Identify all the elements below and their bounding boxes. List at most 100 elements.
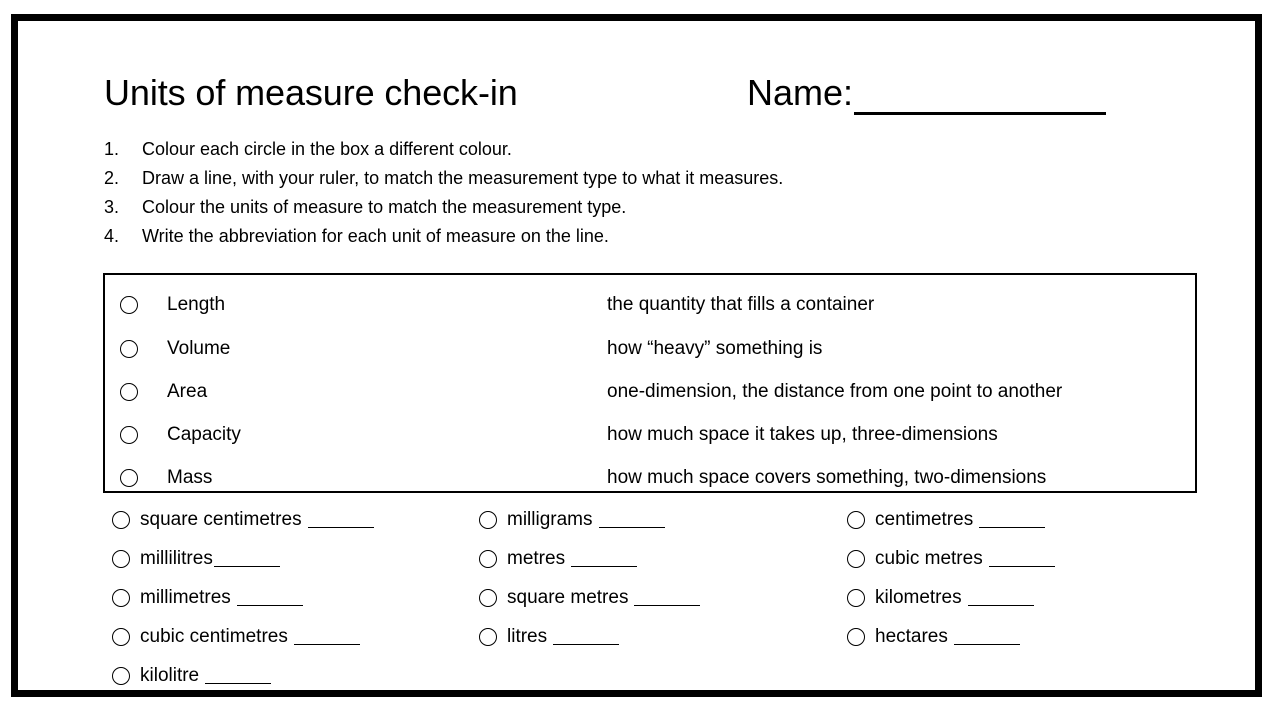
unit-label: hectares bbox=[875, 625, 948, 647]
unit-item: millilitres bbox=[112, 539, 482, 578]
colour-circle-icon[interactable] bbox=[847, 627, 865, 646]
match-row: Volume how “heavy” something is bbox=[105, 327, 1195, 371]
abbreviation-blank-line[interactable] bbox=[571, 551, 638, 567]
match-row: Mass how much space covers something, tw… bbox=[105, 456, 1195, 500]
abbreviation-blank-line[interactable] bbox=[213, 551, 280, 567]
match-circle-cell bbox=[105, 296, 167, 314]
measurement-definition-label: the quantity that fills a container bbox=[607, 294, 875, 315]
match-circle-cell bbox=[105, 383, 167, 401]
colour-circle-icon[interactable] bbox=[112, 510, 130, 529]
measurement-type-label: Volume bbox=[167, 338, 231, 359]
colour-circle-icon[interactable] bbox=[847, 588, 865, 607]
unit-item: centimetres bbox=[847, 500, 1197, 539]
colour-circle-icon[interactable] bbox=[120, 426, 138, 444]
unit-circle-cell bbox=[112, 510, 140, 529]
worksheet-sheet: Units of measure check-in Name: 1. Colou… bbox=[18, 21, 1255, 690]
colour-circle-icon[interactable] bbox=[847, 549, 865, 568]
measurement-definition-label: how much space it takes up, three-dimens… bbox=[607, 424, 998, 445]
unit-item: cubic centimetres bbox=[112, 617, 482, 656]
unit-circle-cell bbox=[479, 510, 507, 529]
colour-circle-icon[interactable] bbox=[479, 549, 497, 568]
unit-circle-cell bbox=[112, 549, 140, 568]
colour-circle-icon[interactable] bbox=[120, 383, 138, 401]
unit-item: square metres bbox=[479, 578, 839, 617]
unit-label: centimetres bbox=[875, 508, 974, 530]
instruction-number: 4. bbox=[104, 226, 120, 246]
unit-circle-cell bbox=[847, 627, 875, 646]
matching-box: Length the quantity that fills a contain… bbox=[103, 273, 1197, 493]
match-row: Capacity how much space it takes up, thr… bbox=[105, 413, 1195, 457]
slide-frame: Units of measure check-in Name: 1. Colou… bbox=[11, 14, 1262, 697]
instruction-text: Colour the units of measure to match the… bbox=[142, 197, 627, 217]
abbreviation-blank-line[interactable] bbox=[953, 629, 1020, 645]
unit-label: milligrams bbox=[507, 508, 593, 530]
instruction-text: Write the abbreviation for each unit of … bbox=[142, 226, 609, 246]
unit-item: milligrams bbox=[479, 500, 839, 539]
measurement-definition-label: one-dimension, the distance from one poi… bbox=[607, 381, 1063, 402]
unit-label: millilitres bbox=[140, 547, 213, 569]
colour-circle-icon[interactable] bbox=[112, 627, 130, 646]
colour-circle-icon[interactable] bbox=[120, 340, 138, 358]
colour-circle-icon[interactable] bbox=[112, 666, 130, 685]
measurement-type-label: Length bbox=[167, 294, 226, 315]
colour-circle-icon[interactable] bbox=[112, 588, 130, 607]
abbreviation-blank-line[interactable] bbox=[236, 590, 303, 606]
units-column: square centimetres millilitres millimetr… bbox=[112, 500, 482, 695]
colour-circle-icon[interactable] bbox=[479, 627, 497, 646]
abbreviation-blank-line[interactable] bbox=[293, 629, 360, 645]
abbreviation-blank-line[interactable] bbox=[634, 590, 701, 606]
units-column: centimetres cubic metres kilometres hect… bbox=[847, 500, 1197, 656]
unit-circle-cell bbox=[479, 549, 507, 568]
unit-item: square centimetres bbox=[112, 500, 482, 539]
unit-item: millimetres bbox=[112, 578, 482, 617]
instruction-number: 3. bbox=[104, 197, 120, 217]
page-title: Units of measure check-in bbox=[104, 72, 518, 113]
unit-label: litres bbox=[507, 625, 548, 647]
match-circle-cell bbox=[105, 340, 167, 358]
abbreviation-blank-line[interactable] bbox=[988, 551, 1055, 567]
measurement-type-label: Area bbox=[167, 381, 208, 402]
name-field-group: Name: bbox=[747, 71, 1107, 115]
abbreviation-blank-line[interactable] bbox=[205, 668, 272, 684]
measurement-definition-label: how much space covers something, two-dim… bbox=[607, 467, 1047, 488]
unit-circle-cell bbox=[112, 588, 140, 607]
abbreviation-blank-line[interactable] bbox=[553, 629, 620, 645]
unit-label: kilolitre bbox=[140, 664, 200, 686]
match-row: Length the quantity that fills a contain… bbox=[105, 283, 1195, 327]
colour-circle-icon[interactable] bbox=[112, 549, 130, 568]
unit-circle-cell bbox=[112, 666, 140, 685]
unit-label: millimetres bbox=[140, 586, 231, 608]
match-circle-cell bbox=[105, 469, 167, 487]
colour-circle-icon[interactable] bbox=[847, 510, 865, 529]
instruction-item: 2. Draw a line, with your ruler, to matc… bbox=[104, 164, 1194, 193]
unit-item: kilometres bbox=[847, 578, 1197, 617]
measurement-definition-label: how “heavy” something is bbox=[607, 338, 823, 359]
unit-item: hectares bbox=[847, 617, 1197, 656]
unit-item: kilolitre bbox=[112, 656, 482, 695]
name-blank-line[interactable] bbox=[854, 76, 1107, 115]
abbreviation-blank-line[interactable] bbox=[979, 512, 1046, 528]
unit-circle-cell bbox=[847, 549, 875, 568]
abbreviation-blank-line[interactable] bbox=[307, 512, 374, 528]
unit-label: square metres bbox=[507, 586, 629, 608]
colour-circle-icon[interactable] bbox=[479, 588, 497, 607]
colour-circle-icon[interactable] bbox=[120, 469, 138, 487]
colour-circle-icon[interactable] bbox=[120, 296, 138, 314]
abbreviation-blank-line[interactable] bbox=[598, 512, 665, 528]
name-label: Name: bbox=[747, 72, 854, 113]
unit-item: cubic metres bbox=[847, 539, 1197, 578]
abbreviation-blank-line[interactable] bbox=[967, 590, 1034, 606]
instruction-number: 2. bbox=[104, 168, 120, 188]
unit-item: metres bbox=[479, 539, 839, 578]
instruction-text: Colour each circle in the box a differen… bbox=[142, 139, 512, 159]
unit-item: litres bbox=[479, 617, 839, 656]
header: Units of measure check-in Name: bbox=[104, 71, 1214, 121]
units-column: milligrams metres square metres litres bbox=[479, 500, 839, 656]
unit-label: cubic metres bbox=[875, 547, 983, 569]
measurement-type-label: Mass bbox=[167, 467, 213, 488]
instruction-text: Draw a line, with your ruler, to match t… bbox=[142, 168, 784, 188]
match-circle-cell bbox=[105, 426, 167, 444]
instruction-item: 4. Write the abbreviation for each unit … bbox=[104, 222, 1194, 251]
unit-label: metres bbox=[507, 547, 566, 569]
colour-circle-icon[interactable] bbox=[479, 510, 497, 529]
